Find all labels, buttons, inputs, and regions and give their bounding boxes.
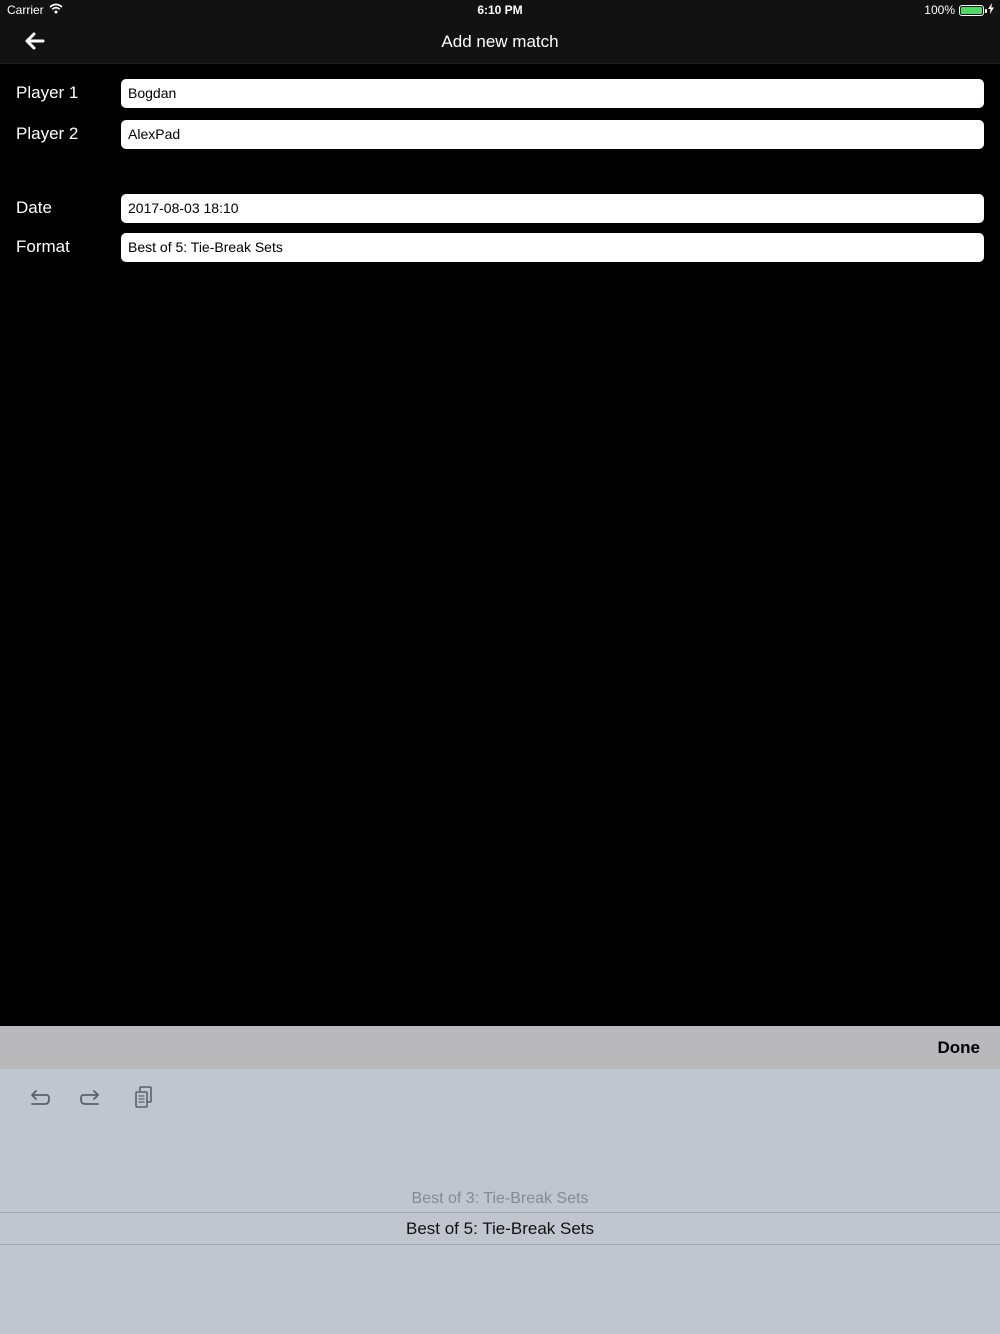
player1-input[interactable] bbox=[121, 79, 984, 108]
date-label: Date bbox=[16, 198, 52, 217]
picker-selection-bottom-line bbox=[0, 1244, 1000, 1245]
battery-icon bbox=[959, 4, 987, 16]
date-input[interactable] bbox=[121, 194, 984, 223]
player2-input[interactable] bbox=[121, 120, 984, 149]
add-match-screen: Carrier 6:10 PM 100% Add new match Playe… bbox=[0, 0, 1000, 1334]
redo-icon[interactable] bbox=[78, 1085, 104, 1109]
battery-fill bbox=[961, 6, 982, 14]
picker-option[interactable]: Best of 3: Tie-Break Sets bbox=[0, 1190, 1000, 1208]
battery-percent: 100% bbox=[924, 3, 955, 17]
format-label: Format bbox=[16, 237, 70, 256]
status-right: 100% bbox=[924, 3, 994, 17]
paste-icon[interactable] bbox=[132, 1085, 158, 1109]
player2-label: Player 2 bbox=[16, 124, 79, 143]
status-time: 6:10 PM bbox=[477, 3, 523, 17]
format-picker[interactable]: Best of 3: Tie-Break Sets Best of 5: Tie… bbox=[0, 1177, 1000, 1334]
keyboard-accessory-bar: Done bbox=[0, 1026, 1000, 1069]
page-title: Add new match bbox=[441, 32, 559, 51]
done-button[interactable]: Done bbox=[938, 1038, 981, 1058]
format-input[interactable] bbox=[121, 233, 984, 262]
player1-label: Player 1 bbox=[16, 83, 79, 102]
format-row: Format bbox=[0, 233, 1000, 263]
player1-row: Player 1 bbox=[0, 79, 1000, 109]
navigation-bar: Add new match bbox=[0, 22, 1000, 64]
date-row: Date bbox=[0, 194, 1000, 224]
undo-icon[interactable] bbox=[26, 1085, 52, 1109]
status-bar: Carrier 6:10 PM 100% bbox=[0, 0, 1000, 22]
picker-input-panel: Best of 3: Tie-Break Sets Best of 5: Tie… bbox=[0, 1069, 1000, 1334]
picker-selection-top-line bbox=[0, 1212, 1000, 1213]
battery-tip bbox=[985, 8, 987, 13]
charging-icon bbox=[988, 3, 994, 17]
picker-option-selected[interactable]: Best of 5: Tie-Break Sets bbox=[0, 1219, 1000, 1239]
player2-row: Player 2 bbox=[0, 120, 1000, 150]
